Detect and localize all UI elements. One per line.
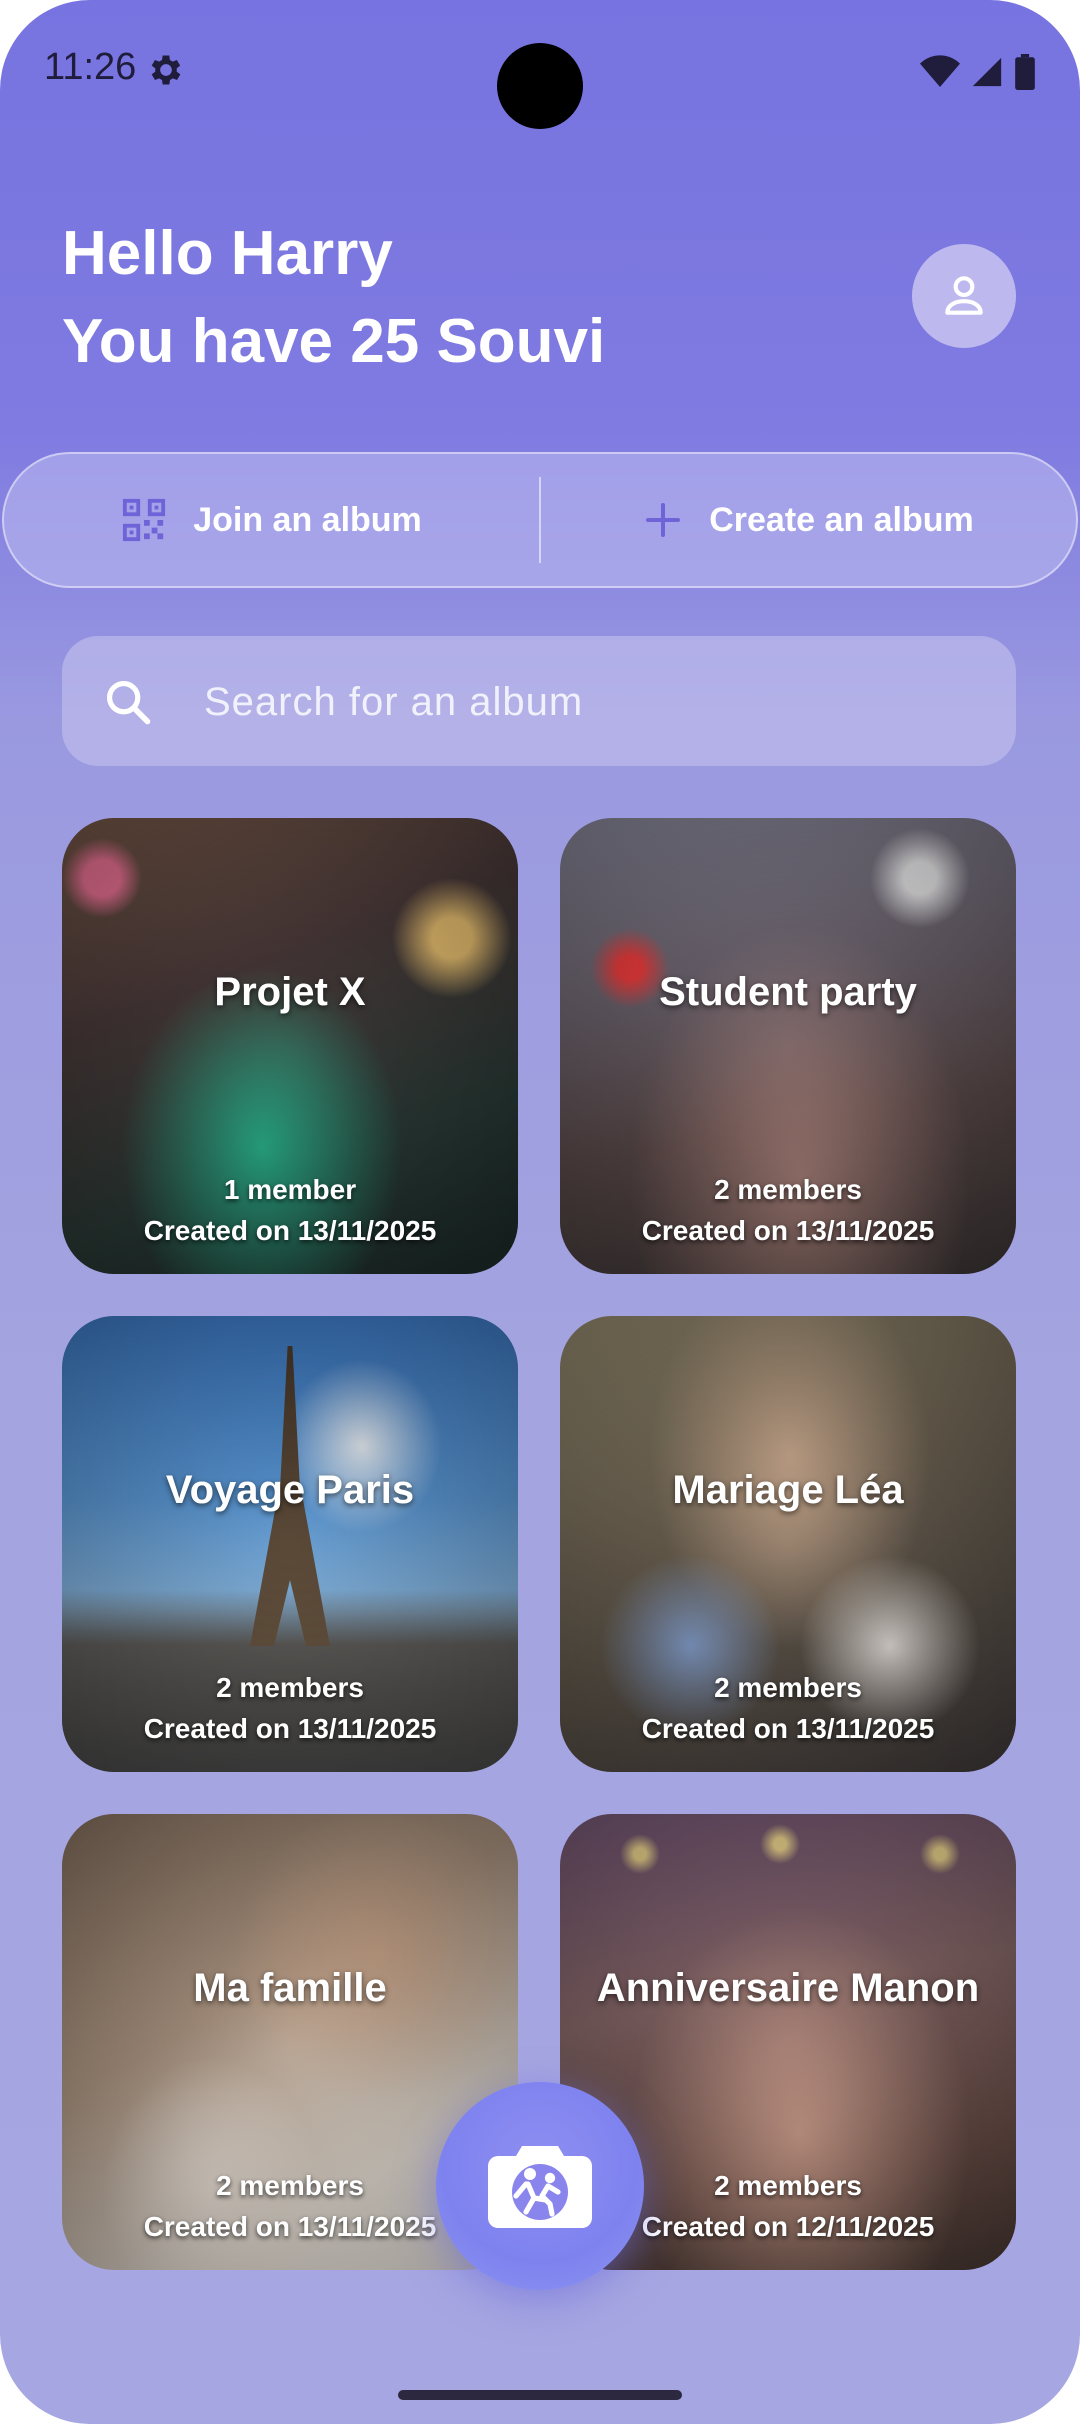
- gear-icon: [151, 55, 181, 85]
- create-album-label: Create an album: [709, 500, 974, 539]
- album-name: Ma famille: [193, 1966, 387, 2010]
- join-album-label: Join an album: [193, 500, 422, 539]
- album-card[interactable]: Mariage Léa 2 members Created on 13/11/2…: [560, 1316, 1016, 1772]
- home-indicator[interactable]: [398, 2390, 682, 2400]
- signal-icon: [972, 57, 1002, 87]
- album-card[interactable]: Projet X 1 member Created on 13/11/2025: [62, 818, 518, 1274]
- app-screen: 11:26 Hello Harry You have 25 Souvi Join…: [0, 0, 1080, 2424]
- album-card[interactable]: Voyage Paris 2 members Created on 13/11/…: [62, 1316, 518, 1772]
- search-bar: [62, 636, 1016, 768]
- qr-code-icon: [123, 498, 166, 542]
- camera-icon: [488, 2146, 592, 2228]
- album-members: 2 members: [714, 1174, 862, 1205]
- wifi-icon: [920, 55, 960, 87]
- greeting-subtitle: You have 25 Souvi: [62, 307, 606, 376]
- search-icon: [106, 680, 151, 725]
- album-created-date: Created on 13/11/2025: [641, 1713, 935, 1744]
- front-camera-cutout: [497, 43, 583, 129]
- album-name: Projet X: [214, 970, 366, 1014]
- greeting-block: Hello Harry You have 25 Souvi: [62, 210, 605, 386]
- profile-button[interactable]: [912, 244, 1016, 348]
- album-card[interactable]: Student party 2 members Created on 13/11…: [560, 818, 1016, 1274]
- album-created-date: Created on 13/11/2025: [143, 1713, 437, 1744]
- album-created-date: Created on 13/11/2025: [143, 1215, 437, 1246]
- album-name: Student party: [659, 970, 917, 1014]
- album-actions-bar: Join an album Create an album: [2, 452, 1078, 588]
- plus-icon: [646, 503, 681, 537]
- album-name: Mariage Léa: [672, 1468, 904, 1512]
- status-time: 11:26: [44, 46, 137, 88]
- search-input[interactable]: [202, 636, 986, 768]
- album-created-date: Created on 13/11/2025: [641, 1215, 935, 1246]
- create-album-button[interactable]: Create an album: [541, 454, 1076, 586]
- join-album-button[interactable]: Join an album: [4, 454, 539, 586]
- album-members: 2 members: [714, 1672, 862, 1703]
- camera-button[interactable]: [436, 2082, 644, 2290]
- album-members: 2 members: [216, 1672, 364, 1703]
- album-name: Voyage Paris: [165, 1468, 415, 1512]
- album-grid: Projet X 1 member Created on 13/11/2025 …: [62, 818, 1018, 2270]
- person-icon: [945, 276, 983, 315]
- album-name: Anniversaire Manon: [596, 1966, 980, 2010]
- greeting-title: Hello Harry: [62, 219, 393, 288]
- battery-icon: [1015, 54, 1035, 90]
- album-members: 1 member: [223, 1174, 357, 1205]
